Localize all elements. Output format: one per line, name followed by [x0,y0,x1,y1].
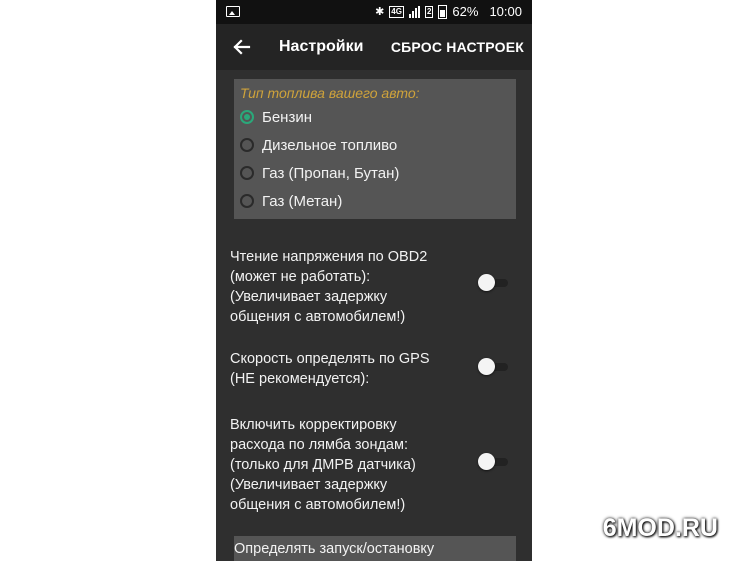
setting-obd2-voltage: Чтение напряжения по OBD2 (может не рабо… [230,247,470,327]
signal-icon [408,5,420,18]
clock: 10:00 [489,4,522,19]
phone-screen: ✱ 4G 2 62% 10:00 Настройки СБРОС НАСТРОЕ… [216,0,532,561]
setting-text-line: (Увеличивает задержку [230,289,388,305]
fuel-option-lpg[interactable]: Газ (Пропан, Бутан) [240,162,399,184]
setting-text-line: Скорость определять по GPS [230,351,430,367]
sim-badge: 2 [424,5,434,18]
switch-thumb[interactable] [478,358,495,375]
setting-text-line: Чтение напряжения по OBD2 [230,249,428,265]
fuel-type-card: Тип топлива вашего авто: Бензин Дизельно… [234,79,516,219]
fuel-option-label: Газ (Пропан, Бутан) [262,164,400,182]
setting-text-line: общения с автомобилем!) [230,497,406,513]
watermark: 6MOD.RU [602,514,718,542]
engine-start-stop-label: Определять запуск/остановку [234,541,435,557]
fuel-option-gasoline[interactable]: Бензин [240,106,312,128]
radio-icon[interactable] [240,194,254,208]
setting-lambda-correction: Включить корректировку расхода по лямба … [230,415,470,515]
fuel-option-label: Газ (Метан) [262,192,343,210]
fuel-option-label: Бензин [262,108,313,126]
setting-text-line: (может не работать): [230,269,371,285]
setting-text-line: (только для ДМРВ датчика) [230,457,416,473]
setting-text-line: общения с автомобилем!) [230,309,406,325]
radio-selected-icon[interactable] [240,110,254,124]
arrow-left-icon[interactable] [230,36,252,58]
bluetooth-icon: ✱ [375,6,385,18]
status-icons: ✱ 4G 2 62% 10:00 [375,4,522,19]
setting-text-line: (НЕ рекомендуется): [230,371,370,387]
switch-thumb[interactable] [478,453,495,470]
setting-text-line: расхода по лямба зондам: [230,437,408,453]
obd2-voltage-switch[interactable] [478,274,508,291]
radio-icon[interactable] [240,138,254,152]
gps-speed-switch[interactable] [478,358,508,375]
status-bar: ✱ 4G 2 62% 10:00 [216,0,532,24]
fuel-option-methane[interactable]: Газ (Метан) [240,190,342,212]
image-icon [226,6,240,17]
battery-icon [438,4,448,19]
app-bar: Настройки СБРОС НАСТРОЕК [216,24,532,70]
battery-percent: 62% [452,4,479,19]
page-title: Настройки [279,38,364,55]
setting-gps-speed: Скорость определять по GPS (НЕ рекоменду… [230,349,470,389]
setting-text-line: Включить корректировку [230,417,397,433]
switch-thumb[interactable] [478,274,495,291]
reset-settings-button[interactable]: СБРОС НАСТРОЕК [391,39,524,55]
fuel-type-label: Тип топлива вашего авто: [240,85,420,101]
lambda-correction-switch[interactable] [478,453,508,470]
setting-text-line: (Увеличивает задержку [230,477,388,493]
network-badge: 4G [389,5,404,18]
fuel-option-diesel[interactable]: Дизельное топливо [240,134,397,156]
fuel-option-label: Дизельное топливо [262,136,398,154]
radio-icon[interactable] [240,166,254,180]
